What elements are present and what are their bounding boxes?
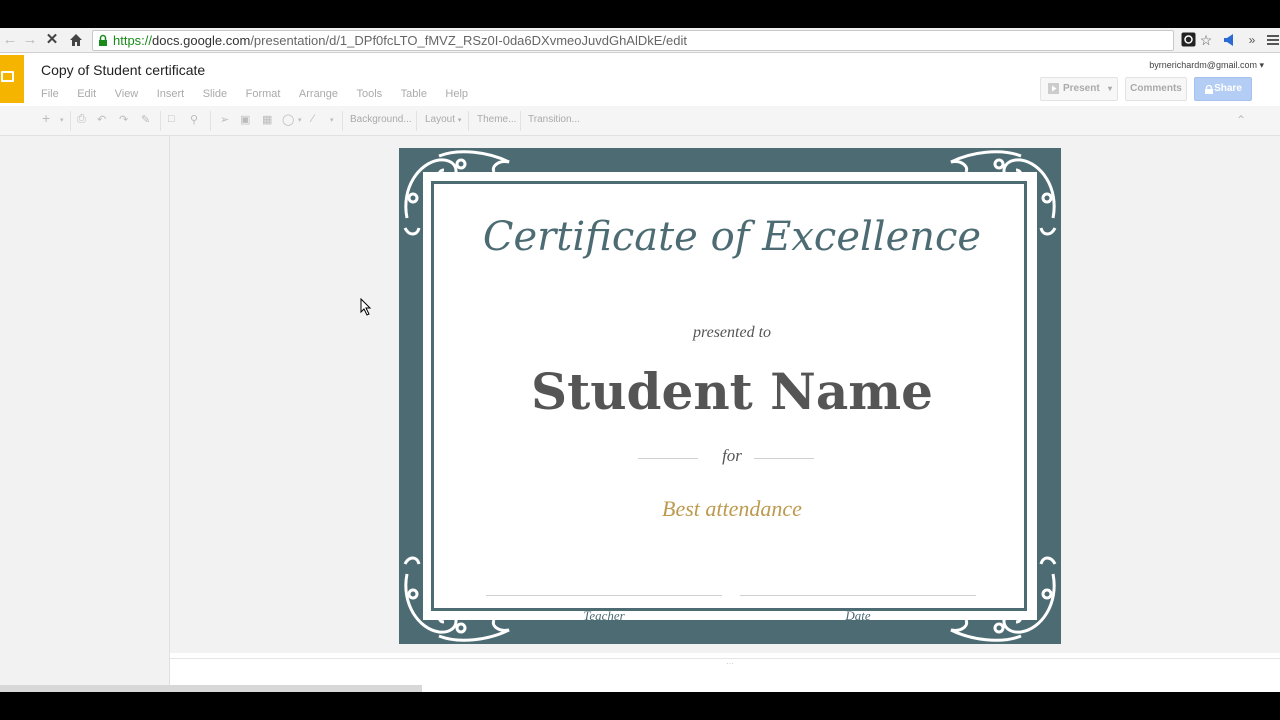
stop-loading-icon[interactable]: ✕ (42, 30, 62, 50)
for-text[interactable]: for (434, 446, 1030, 466)
layout-button[interactable]: Layout ▾ (425, 114, 461, 125)
forward-icon[interactable]: → (20, 30, 40, 50)
layout-label: Layout (425, 114, 456, 125)
lock-icon (99, 34, 107, 46)
menu-file[interactable]: File (41, 88, 59, 100)
menu-help[interactable]: Help (445, 88, 468, 100)
menu-format[interactable]: Format (246, 88, 281, 100)
certificate-border: Certificate of Excellence presented to S… (431, 181, 1030, 623)
address-bar[interactable]: https://docs.google.com/presentation/d/1… (92, 30, 1174, 51)
menu-slide[interactable]: Slide (203, 88, 227, 100)
extension-icon[interactable] (1179, 31, 1197, 49)
bookmark-star-icon[interactable]: ☆ (1197, 31, 1215, 49)
chevron-down-icon[interactable]: ▾ (1108, 78, 1112, 100)
menu-edit[interactable]: Edit (77, 88, 96, 100)
menu-icon[interactable] (1264, 31, 1280, 49)
date-label[interactable]: Date (740, 608, 976, 624)
transition-button[interactable]: Transition... (528, 114, 580, 125)
menu-bar: File Edit View Insert Slide Format Arran… (41, 84, 482, 100)
paint-format-icon[interactable]: ✎ (141, 113, 150, 126)
certificate-slide[interactable]: Certificate of Excellence presented to S… (399, 148, 1061, 644)
chevron-down-icon[interactable]: ▾ (298, 116, 302, 124)
screen-frame: ← → ✕ https://docs.google.com/presentati… (0, 0, 1280, 720)
url-text: https://docs.google.com/presentation/d/1… (113, 33, 687, 48)
resize-grip-icon[interactable]: ··· (726, 659, 734, 668)
announcement-icon[interactable] (1221, 31, 1239, 49)
comments-button[interactable]: Comments (1125, 77, 1187, 101)
menu-view[interactable]: View (115, 88, 139, 100)
certificate-title[interactable]: Certificate of Excellence (434, 214, 1030, 260)
toolbar-divider (210, 111, 211, 131)
theme-button[interactable]: Theme... (477, 114, 516, 125)
redo-icon[interactable]: ↷ (119, 113, 128, 126)
undo-icon[interactable]: ↶ (97, 113, 106, 126)
divider-line (754, 458, 814, 459)
account-email[interactable]: byrnerichardm@gmail.com ▾ (1149, 60, 1264, 71)
slide-filmstrip[interactable] (0, 136, 170, 692)
certificate-panel: Certificate of Excellence presented to S… (423, 172, 1037, 623)
mouse-cursor-icon (360, 298, 372, 316)
toolbar-divider (520, 111, 521, 131)
slides-logo-icon[interactable] (0, 55, 24, 103)
shape-icon[interactable]: ◯ (282, 113, 294, 126)
new-slide-icon[interactable]: + (42, 110, 50, 126)
presented-to-text[interactable]: presented to (434, 324, 1030, 342)
student-name[interactable]: Student Name (434, 362, 1030, 421)
award-reason[interactable]: Best attendance (434, 496, 1030, 522)
url-host: docs.google.com (152, 33, 251, 48)
browser-toolbar: ← → ✕ https://docs.google.com/presentati… (0, 28, 1280, 53)
menu-arrange[interactable]: Arrange (299, 88, 338, 100)
chevron-down-icon[interactable]: ▾ (330, 116, 334, 124)
zoom-fit-icon[interactable]: □ (168, 113, 175, 125)
present-label: Present (1063, 83, 1100, 94)
teacher-signature-line (486, 595, 722, 596)
overflow-chevron-icon[interactable]: » (1243, 31, 1261, 49)
back-icon[interactable]: ← (0, 30, 20, 50)
print-icon[interactable]: ⎙ (77, 113, 86, 126)
toolbar-divider (416, 111, 417, 131)
horizontal-scrollbar[interactable] (0, 685, 422, 692)
collapse-toolbar-icon[interactable]: ⌃ (1236, 113, 1246, 127)
chevron-down-icon: ▾ (457, 117, 462, 124)
toolbar-divider (70, 111, 71, 131)
teacher-label[interactable]: Teacher (486, 608, 722, 624)
toolbar-divider (342, 111, 343, 131)
share-label: Share (1214, 83, 1242, 94)
url-scheme: https:// (113, 33, 153, 48)
menu-insert[interactable]: Insert (157, 88, 185, 100)
home-icon[interactable] (66, 30, 86, 50)
image-icon[interactable]: ▦ (262, 113, 272, 126)
present-button[interactable]: Present ▾ (1040, 77, 1118, 101)
menu-tools[interactable]: Tools (357, 88, 383, 100)
menu-table[interactable]: Table (401, 88, 427, 100)
url-path: /presentation/d/1_DPf0fcLTO_fMVZ_RSz0I-0… (250, 33, 687, 48)
text-box-icon[interactable]: ▣ (240, 113, 250, 126)
toolbar-divider (468, 111, 469, 131)
chevron-down-icon: ▾ (1259, 60, 1264, 70)
lock-icon (1205, 85, 1213, 94)
browser-window: ← → ✕ https://docs.google.com/presentati… (0, 28, 1280, 692)
line-icon[interactable]: ∕ (312, 113, 314, 125)
chevron-down-icon[interactable]: ▾ (60, 116, 64, 124)
share-button[interactable]: Share (1194, 77, 1252, 101)
select-pointer-icon[interactable]: ➢ (220, 113, 229, 126)
play-icon (1048, 83, 1059, 94)
zoom-icon[interactable]: ⚲ (190, 113, 198, 126)
background-button[interactable]: Background... (350, 114, 412, 125)
date-signature-line (740, 595, 976, 596)
account-email-text: byrnerichardm@gmail.com (1149, 60, 1257, 70)
document-title[interactable]: Copy of Student certificate (41, 62, 205, 78)
formatting-toolbar: + ▾ ⎙ ↶ ↷ ✎ □ ⚲ ➢ ▣ ▦ ◯ ▾ ∕ ▾ Background… (0, 106, 1280, 136)
toolbar-divider (160, 111, 161, 131)
